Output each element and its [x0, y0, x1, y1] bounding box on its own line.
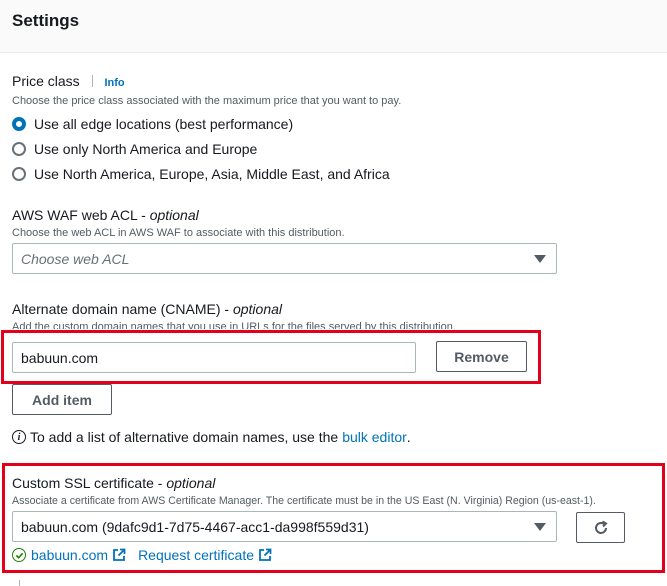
radio-label: Use North America, Europe, Asia, Middle … — [34, 165, 390, 182]
info-separator — [91, 75, 93, 87]
waf-optional-label: optional — [149, 207, 199, 223]
price-class-label: Price class — [12, 73, 80, 89]
info-icon: i — [12, 430, 26, 444]
radio-all-edge-locations[interactable]: Use all edge locations (best performance… — [12, 111, 662, 136]
bulk-editor-link[interactable]: bulk editor — [342, 429, 407, 445]
radio-na-europe-asia-me-africa[interactable]: Use North America, Europe, Asia, Middle … — [12, 161, 662, 186]
cname-description: Add the custom domain names that you use… — [12, 321, 456, 329]
bulk-editor-info: i To add a list of alternative domain na… — [12, 429, 411, 445]
waf-select-placeholder: Choose web ACL — [21, 250, 130, 267]
add-item-button[interactable]: Add item — [12, 384, 112, 415]
price-class-section: Price class Info Choose the price class … — [12, 72, 662, 186]
radio-label: Use only North America and Europe — [34, 140, 258, 157]
cname-optional-label: optional — [232, 301, 283, 317]
waf-web-acl-select[interactable]: Choose web ACL — [12, 243, 557, 274]
waf-label: AWS WAF web ACL - — [12, 207, 150, 223]
price-class-radio-group: Use all edge locations (best performance… — [12, 111, 662, 186]
bulk-info-text: To add a list of alternative domain name… — [30, 429, 339, 445]
radio-label: Use all edge locations (best performance… — [34, 115, 294, 132]
page-title: Settings — [12, 11, 80, 30]
radio-button[interactable] — [12, 141, 26, 156]
cname-label: Alternate domain name (CNAME) - — [12, 301, 233, 317]
settings-header: Settings — [0, 0, 667, 53]
caret-down-icon — [534, 255, 546, 263]
radio-button[interactable] — [12, 166, 26, 181]
radio-north-america-europe[interactable]: Use only North America and Europe — [12, 136, 662, 161]
ssl-highlight-box — [2, 463, 665, 573]
divider — [19, 580, 20, 586]
cname-section: Alternate domain name (CNAME) - optional… — [12, 300, 662, 329]
price-class-info-link[interactable]: Info — [104, 77, 124, 89]
price-class-description: Choose the price class associated with t… — [12, 95, 402, 107]
waf-section: AWS WAF web ACL - optional Choose the we… — [12, 206, 662, 241]
radio-button-checked[interactable] — [12, 116, 26, 131]
bulk-info-suffix: . — [406, 429, 411, 445]
waf-description: Choose the web ACL in AWS WAF to associa… — [12, 227, 345, 239]
cname-highlight-box — [1, 330, 541, 384]
